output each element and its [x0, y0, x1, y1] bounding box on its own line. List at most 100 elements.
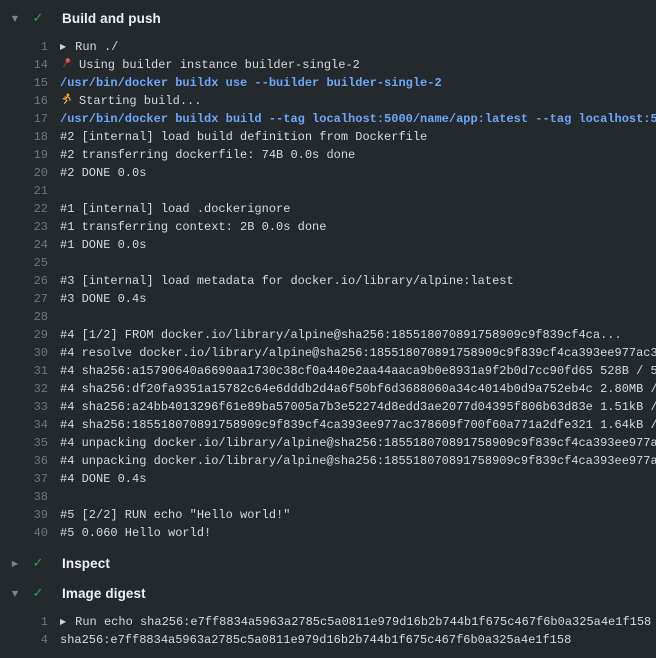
log-text: #5 0.060 Hello world! [60, 524, 211, 542]
line-number[interactable]: 19 [0, 146, 48, 164]
log-line: 17/usr/bin/docker buildx build --tag loc… [0, 110, 656, 128]
success-check-icon: ✓ [30, 586, 46, 601]
log-line: 35 #4 unpacking docker.io/library/alpine@… [0, 434, 656, 452]
log-command-text: /usr/bin/docker buildx use --builder bui… [60, 74, 442, 92]
log-text-content: #4 DONE 0.4s [60, 472, 146, 486]
log-line: 26 #3 [internal] load metadata for docker… [0, 272, 656, 290]
success-check-icon: ✓ [30, 11, 46, 26]
log-line: 32 #4 sha256:df20fa9351a15782c64e6dddb2d4… [0, 380, 656, 398]
log-text-content: #4 unpacking docker.io/library/alpine@sh… [60, 436, 656, 450]
line-number[interactable]: 22 [0, 200, 48, 218]
log-line: 22 #1 [internal] load .dockerignore [0, 200, 656, 218]
line-number[interactable]: 34 [0, 416, 48, 434]
log-line: 21 [0, 182, 656, 200]
log-text: #1 [internal] load .dockerignore [60, 200, 290, 218]
log-text-content: #1 [internal] load .dockerignore [60, 202, 290, 216]
line-number[interactable]: 30 [0, 344, 48, 362]
log-text-content: #1 DONE 0.0s [60, 238, 146, 252]
log-text: #4 DONE 0.4s [60, 470, 146, 488]
line-number[interactable]: 31 [0, 362, 48, 380]
expand-group-icon[interactable]: ▶ [60, 613, 66, 631]
line-number[interactable]: 23 [0, 218, 48, 236]
section-title: Build and push [62, 11, 161, 26]
log-line: 18 #2 [internal] load build definition fr… [0, 128, 656, 146]
section-header-image-digest[interactable]: ▼ ✓ Image digest [0, 578, 656, 608]
log-text: #2 transferring dockerfile: 74B 0.0s don… [60, 146, 355, 164]
log-text: #4 [1/2] FROM docker.io/library/alpine@s… [60, 326, 622, 344]
line-number[interactable]: 20 [0, 164, 48, 182]
log-line: 14 Using builder instance builder-single-… [0, 56, 656, 74]
log-line: 25 [0, 254, 656, 272]
log-line: 15/usr/bin/docker buildx use --builder b… [0, 74, 656, 92]
line-number[interactable]: 29 [0, 326, 48, 344]
log-text-content: sha256:e7ff8834a5963a2785c5a0811e979d16b… [60, 633, 571, 647]
log-line: 36 #4 unpacking docker.io/library/alpine@… [0, 452, 656, 470]
section-title: Image digest [62, 586, 146, 601]
line-number[interactable]: 1 [0, 613, 48, 631]
line-number[interactable]: 21 [0, 182, 48, 200]
log-text-content: #4 sha256:a15790640a6690aa1730c38cf0a440… [60, 364, 656, 378]
line-number[interactable]: 37 [0, 470, 48, 488]
line-number[interactable]: 1 [0, 38, 48, 56]
log-line: 4 sha256:e7ff8834a5963a2785c5a0811e979d16… [0, 631, 656, 649]
log-text: #4 sha256:a24bb4013296f61e89ba57005a7b3e… [60, 398, 656, 416]
log-text-content: #2 DONE 0.0s [60, 166, 146, 180]
line-number[interactable]: 18 [0, 128, 48, 146]
log-text: #1 DONE 0.0s [60, 236, 146, 254]
log-line: 28 [0, 308, 656, 326]
line-number[interactable]: 39 [0, 506, 48, 524]
log-command-text: /usr/bin/docker buildx build --tag local… [60, 110, 656, 128]
log-text-content: #4 [1/2] FROM docker.io/library/alpine@s… [60, 328, 622, 342]
log-line: 39#5 [2/2] RUN echo "Hello world!" [0, 506, 656, 524]
section-header-inspect[interactable]: ▶✓Inspect [0, 548, 656, 578]
log-line: 33 #4 sha256:a24bb4013296f61e89ba57005a7b… [0, 398, 656, 416]
line-number[interactable]: 27 [0, 290, 48, 308]
log-line: 38 [0, 488, 656, 506]
chevron-down-icon[interactable]: ▼ [8, 14, 22, 23]
line-number[interactable]: 32 [0, 380, 48, 398]
log-text: Using builder instance builder-single-2 [60, 56, 360, 74]
expand-group-icon[interactable]: ▶ [60, 38, 66, 56]
line-number[interactable]: 15 [0, 74, 48, 92]
runner-icon [60, 93, 73, 105]
section-log-body: 1▶Run echo sha256:e7ff8834a5963a2785c5a0… [0, 608, 656, 655]
log-text-content: #2 transferring dockerfile: 74B 0.0s don… [60, 148, 355, 162]
log-text: #4 resolve docker.io/library/alpine@sha2… [60, 344, 656, 362]
log-text-content: #1 transferring context: 2B 0.0s done [60, 220, 326, 234]
log-text-content: #5 0.060 Hello world! [60, 526, 211, 540]
line-number[interactable]: 40 [0, 524, 48, 542]
log-text: #4 sha256:a15790640a6690aa1730c38cf0a440… [60, 362, 656, 380]
log-line: 30 #4 resolve docker.io/library/alpine@sh… [0, 344, 656, 362]
line-number[interactable]: 14 [0, 56, 48, 74]
log-text: #4 unpacking docker.io/library/alpine@sh… [60, 452, 656, 470]
chevron-down-icon[interactable]: ▼ [8, 589, 22, 598]
log-text: #3 [internal] load metadata for docker.i… [60, 272, 514, 290]
line-number[interactable]: 28 [0, 308, 48, 326]
line-number[interactable]: 26 [0, 272, 48, 290]
log-line: 1▶Run echo sha256:e7ff8834a5963a2785c5a0… [0, 613, 656, 631]
log-text-content: Using builder instance builder-single-2 [79, 58, 360, 72]
line-number[interactable]: 24 [0, 236, 48, 254]
line-number[interactable]: 4 [0, 631, 48, 649]
line-number[interactable]: 36 [0, 452, 48, 470]
log-text-content: #3 [internal] load metadata for docker.i… [60, 274, 514, 288]
log-text: ▶Run ./ [60, 38, 118, 56]
log-text-content: #4 resolve docker.io/library/alpine@sha2… [60, 346, 656, 360]
line-number[interactable]: 38 [0, 488, 48, 506]
log-text: #3 DONE 0.4s [60, 290, 146, 308]
log-text: #4 unpacking docker.io/library/alpine@sh… [60, 434, 656, 452]
line-number[interactable]: 35 [0, 434, 48, 452]
pushpin-icon [60, 57, 73, 69]
log-text-content: #4 unpacking docker.io/library/alpine@sh… [60, 454, 656, 468]
log-line: 29 #4 [1/2] FROM docker.io/library/alpine… [0, 326, 656, 344]
line-number[interactable]: 33 [0, 398, 48, 416]
log-line: 27 #3 DONE 0.4s [0, 290, 656, 308]
log-text-content: #3 DONE 0.4s [60, 292, 146, 306]
line-number[interactable]: 16 [0, 92, 48, 110]
log-text-content: #4 sha256:df20fa9351a15782c64e6dddb2d4a6… [60, 382, 656, 396]
chevron-right-icon[interactable]: ▶ [8, 559, 22, 568]
line-number[interactable]: 25 [0, 254, 48, 272]
line-number[interactable]: 17 [0, 110, 48, 128]
section-header-build-and-push[interactable]: ▼ ✓ Build and push [0, 3, 656, 33]
log-text: #2 [internal] load build definition from… [60, 128, 427, 146]
